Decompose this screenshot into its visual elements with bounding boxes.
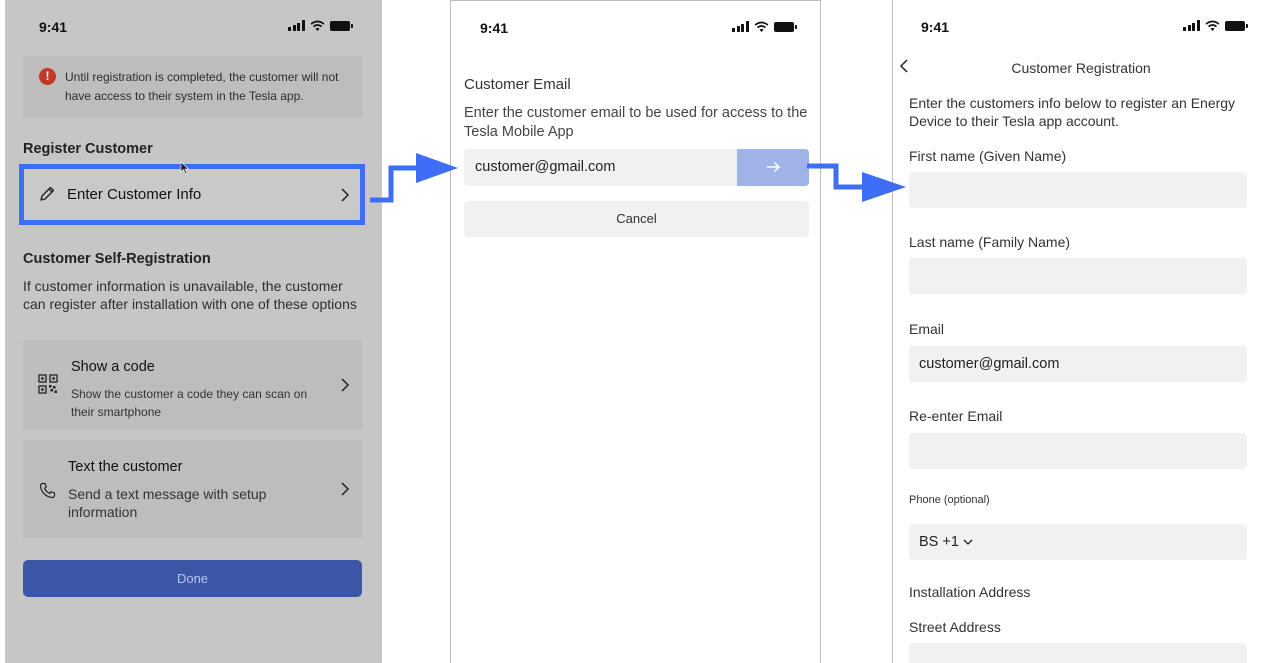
- reenter-email-label: Re-enter Email: [909, 408, 1003, 424]
- self-registration-heading: Customer Self-Registration: [23, 251, 211, 267]
- email-label: Email: [909, 321, 945, 337]
- chevron-down-icon: [963, 539, 973, 545]
- last-name-field[interactable]: [909, 258, 1247, 294]
- cursor-icon: [180, 161, 190, 175]
- installation-address-heading: Installation Address: [909, 584, 1031, 600]
- registration-title: Customer Registration: [1011, 60, 1151, 76]
- highlight-box: [19, 164, 365, 225]
- last-name-label: Last name (Family Name): [909, 234, 1071, 250]
- registration-alert: ! Until registration is completed, the c…: [23, 56, 362, 118]
- text-customer-option[interactable]: Text the customer Send a text message wi…: [23, 440, 362, 538]
- cellular-signal-icon: [288, 20, 305, 31]
- battery-icon: [773, 22, 797, 32]
- battery-icon: [329, 21, 353, 31]
- submit-arrow-button[interactable]: [737, 149, 809, 186]
- text-customer-description: Send a text message with setup informati…: [68, 486, 267, 520]
- show-code-title: Show a code: [71, 359, 155, 375]
- cancel-button[interactable]: Cancel: [464, 201, 809, 237]
- cellular-signal-icon: [732, 21, 749, 32]
- status-time: 9:41: [480, 20, 509, 36]
- wifi-icon: [1205, 20, 1219, 31]
- first-name-field[interactable]: [909, 172, 1247, 208]
- screen-customer-registration: 9:41 Customer Registration Enter the cus…: [892, 0, 1269, 663]
- status-time: 9:41: [921, 19, 950, 35]
- alert-text: Until registration is completed, the cus…: [65, 70, 339, 103]
- show-code-option[interactable]: Show a code Show the customer a code the…: [23, 340, 362, 430]
- show-code-description: Show the customer a code they can scan o…: [71, 387, 308, 419]
- screen-customer-email: 9:41 Customer Email Enter the customer e…: [450, 0, 821, 663]
- phone-icon: [39, 482, 56, 499]
- phone-label: Phone (optional): [909, 494, 990, 506]
- status-bar: 9:41: [451, 1, 820, 53]
- battery-icon: [1224, 21, 1248, 31]
- cellular-signal-icon: [1183, 20, 1200, 31]
- error-icon: !: [39, 68, 56, 85]
- customer-email-description: Enter the customer email to be used for …: [464, 105, 808, 140]
- arrow-right-icon: [767, 161, 781, 173]
- first-name-label: First name (Given Name): [909, 148, 1067, 164]
- phone-country-select[interactable]: BS +1: [909, 524, 1247, 560]
- qr-code-icon: [38, 374, 58, 394]
- chevron-right-icon: [341, 378, 350, 392]
- customer-email-input[interactable]: customer@gmail.com: [464, 149, 737, 186]
- street-address-label: Street Address: [909, 619, 1001, 635]
- status-time: 9:41: [39, 19, 68, 35]
- status-bar: 9:41: [5, 0, 382, 52]
- screen-register-customer: 9:41 ! Until registration is completed, …: [5, 0, 382, 663]
- status-bar: 9:41: [893, 0, 1269, 52]
- street-address-field[interactable]: [909, 643, 1247, 663]
- email-field[interactable]: customer@gmail.com: [909, 346, 1247, 382]
- phone-country-value: BS +1: [919, 534, 959, 550]
- registration-intro: Enter the customers info below to regist…: [909, 95, 1236, 129]
- status-indicators: [288, 20, 353, 31]
- wifi-icon: [310, 20, 324, 31]
- text-customer-title: Text the customer: [68, 459, 183, 475]
- reenter-email-field[interactable]: [909, 433, 1247, 469]
- wifi-icon: [754, 21, 768, 32]
- register-customer-heading: Register Customer: [23, 141, 153, 157]
- status-indicators: [1183, 20, 1248, 31]
- self-registration-description: If customer information is unavailable, …: [23, 278, 357, 312]
- customer-email-title: Customer Email: [464, 76, 571, 93]
- done-button[interactable]: Done: [23, 560, 362, 597]
- chevron-right-icon: [341, 482, 350, 496]
- status-indicators: [732, 21, 797, 32]
